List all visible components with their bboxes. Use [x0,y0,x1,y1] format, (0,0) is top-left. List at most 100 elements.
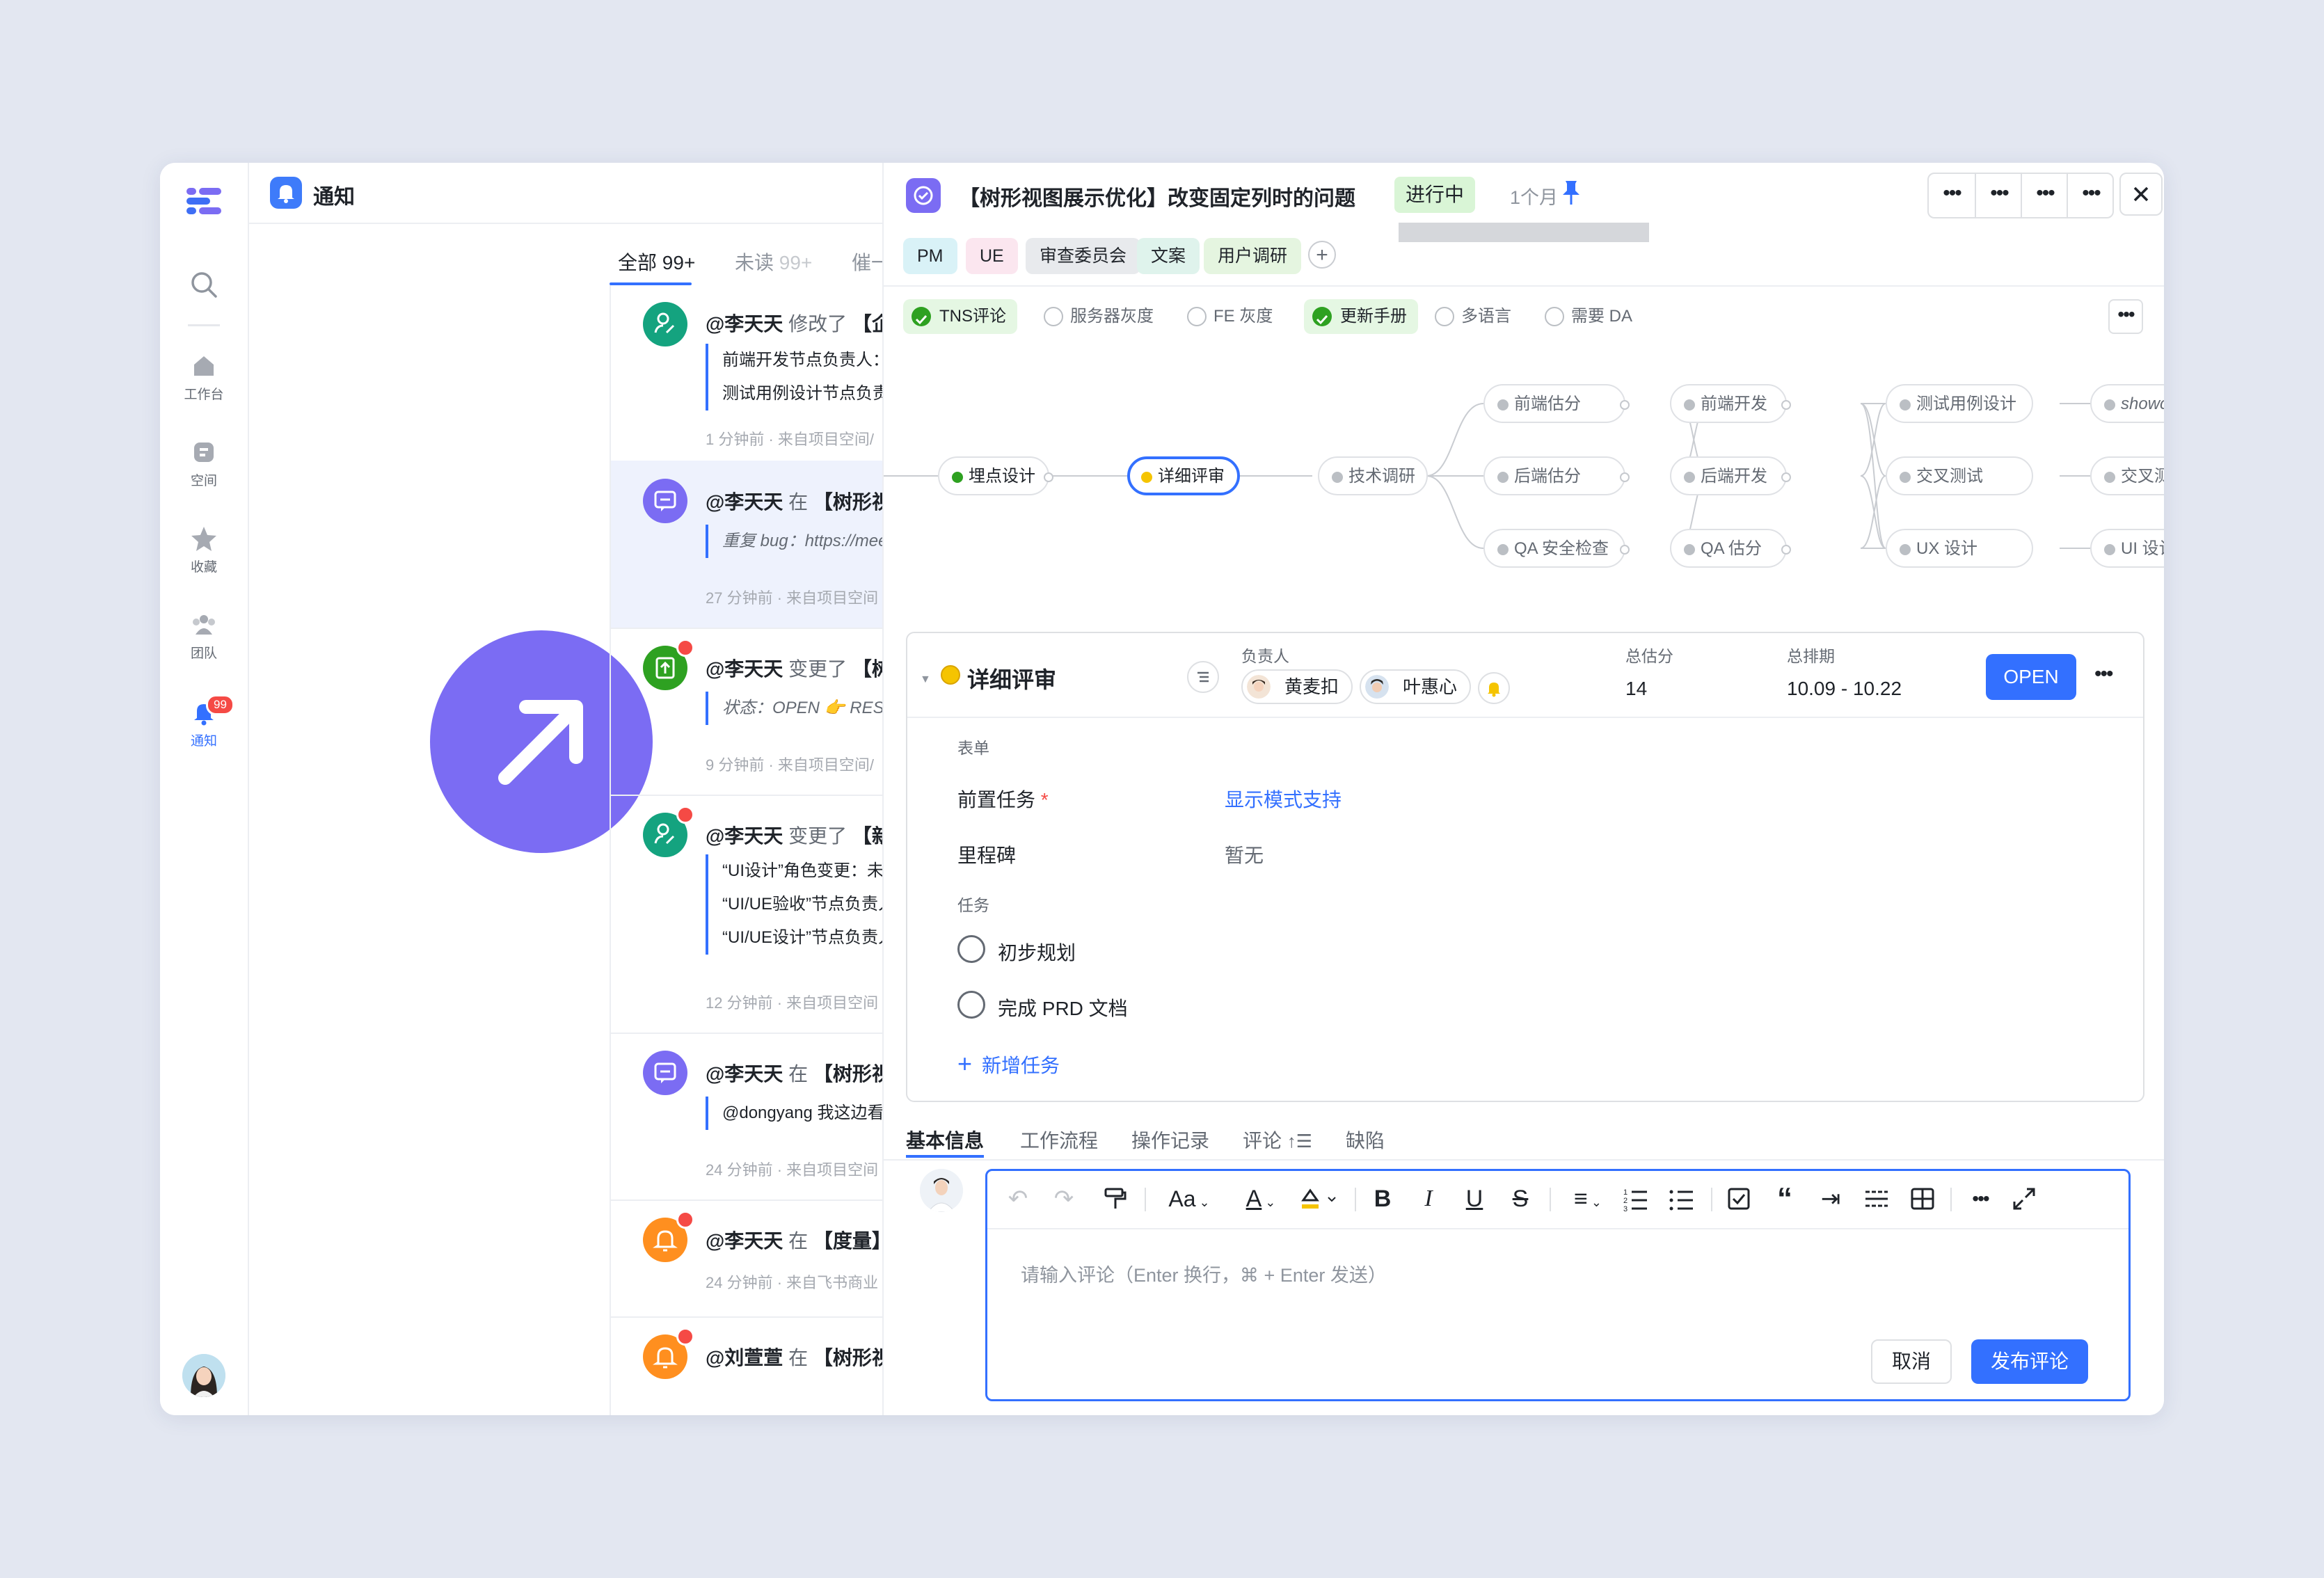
indent-icon[interactable]: ⇥ [1817,1184,1845,1214]
italic-icon[interactable]: I [1415,1184,1442,1214]
predecessor-link[interactable]: 显示模式支持 [1225,785,1342,813]
table-icon[interactable] [1909,1184,1936,1214]
check-fe-gray[interactable]: FE 灰度 [1186,299,1273,334]
format-painter-icon[interactable] [1101,1184,1129,1214]
more-icon[interactable]: ••• [2108,299,2143,334]
check-need-da[interactable]: 需要 DA [1543,299,1632,334]
bullet-list-icon[interactable] [1668,1184,1696,1214]
bold-icon[interactable]: B [1369,1184,1396,1214]
more-icon[interactable]: ••• [1975,174,2022,217]
tab-all[interactable]: 全部 99+ [618,248,695,276]
flow-node[interactable]: UX 设计 [1886,529,2033,568]
underline-icon[interactable]: U [1461,1184,1488,1214]
task-checkbox[interactable] [957,935,985,963]
flow-node[interactable]: UI 设计 [2090,529,2164,568]
flow-node[interactable]: 交叉测试 [1886,456,2033,495]
tag-copy[interactable]: 文案 [1137,238,1200,274]
publish-comment-button[interactable]: 发布评论 [1971,1339,2088,1384]
list-item[interactable]: @李天天 修改了 【企业 前端开发节点负责人：未 测试用例设计节点负责人 1 分… [611,285,884,462]
strikethrough-icon[interactable]: S [1506,1184,1534,1214]
tag-ue[interactable]: UE [966,238,1018,274]
editor-toolbar: ↶ ↷ Aa ⌄ A ⌄ B I U S ≡ ⌄ 123 “ ⇥ ••• [987,1171,2128,1229]
more-icon[interactable]: ••• [1929,174,1975,217]
more-icon[interactable]: ••• [2094,662,2113,686]
list-item[interactable]: @李天天 在 【度量】用 24 分钟前 · 来自飞书商业 [611,1200,884,1318]
owner-chip[interactable]: 叶惠心 [1360,669,1472,704]
collapse-caret-icon[interactable]: ▼ [920,674,931,686]
tag-user-research[interactable]: 用户调研 [1204,238,1302,274]
list-item[interactable]: @李天天 变更了 【新手 “UI设计”角色变更：未设 “UI/UE验收”节点负责… [611,795,884,1034]
checkbox-icon[interactable] [1725,1184,1753,1214]
quote-icon[interactable]: “ [1771,1184,1799,1214]
ordered-list-icon[interactable]: 123 [1622,1184,1650,1214]
flow-node[interactable]: 前端开发 [1670,384,1791,423]
flow-node[interactable]: showcase [2090,384,2164,423]
tab-unread[interactable]: 未读 99+ [735,248,812,276]
avatar-portrait-icon [182,1354,225,1397]
tab-workflow[interactable]: 工作流程 [1020,1126,1098,1154]
check-tns-review[interactable]: TNS评论 [903,299,1017,334]
notification-title: @李天天 在 【树形视图 [706,1063,884,1085]
redo-icon[interactable]: ↷ [1051,1184,1076,1214]
remind-button[interactable] [1478,672,1510,704]
text-size-icon[interactable]: Aa ⌄ [1161,1184,1217,1214]
rail-item-notifications[interactable]: 99 通知 [160,694,248,749]
align-icon[interactable]: ≡ ⌄ [1563,1184,1612,1214]
flow-node[interactable]: 交叉测试 [2090,456,2164,495]
rail-item-favorites[interactable]: 收藏 [160,525,248,575]
detail-bottom-tabs: 基本信息 工作流程 操作记录 评论 ↑☰ 缺陷 [884,1113,2164,1161]
tag-review-committee[interactable]: 审查委员会 [1026,238,1141,274]
tab-operation-log[interactable]: 操作记录 [1131,1126,1209,1154]
rail-item-workbench[interactable]: 工作台 [160,352,248,403]
notification-title: @李天天 变更了 【新手 [706,825,884,847]
user-avatar[interactable] [182,1354,225,1397]
check-server-gray[interactable]: 服务器灰度 [1042,299,1154,334]
status-badge[interactable]: 进行中 [1394,177,1476,213]
owner-chip[interactable]: 黄麦扣 [1241,669,1353,704]
flow-node[interactable]: QA 估分 [1670,529,1791,568]
more-icon[interactable]: ••• [1964,1184,1996,1214]
flow-node[interactable]: 后端开发 [1670,456,1791,495]
task-title[interactable]: 【树形视图展示优化】改变固定列时的问题 [959,181,1355,212]
task-checkbox[interactable] [957,991,985,1019]
search-icon[interactable] [189,270,218,299]
comment-placeholder[interactable]: 请输入评论（Enter 换行，⌘ + Enter 发送） [1021,1260,1387,1287]
list-item[interactable]: @刘萱萱 在 【树形视图 [611,1316,884,1415]
list-item[interactable]: @李天天 在 【树形视图 重复 bug：https://mee 27 分钟前 ·… [611,461,884,629]
close-button[interactable] [2119,173,2163,216]
add-task-button[interactable]: + 新增任务 [957,1049,1060,1078]
text-color-icon[interactable]: A ⌄ [1239,1184,1282,1214]
open-status-button[interactable]: OPEN [1986,654,2076,700]
flow-node[interactable]: 技术调研 [1318,456,1428,495]
rail-item-space[interactable]: 空间 [160,438,248,489]
undo-icon[interactable]: ↶ [1005,1184,1030,1214]
check-multilang[interactable]: 多语言 [1433,299,1511,334]
list-item[interactable]: @李天天 在 【树形视图 @dongyang 我这边看E 24 分钟前 · 来自… [611,1033,884,1201]
tab-defects[interactable]: 缺陷 [1346,1126,1385,1154]
expand-icon[interactable] [2010,1184,2038,1214]
flow-node[interactable]: 测试用例设计 [1886,384,2033,423]
comment-editor[interactable]: ↶ ↷ Aa ⌄ A ⌄ B I U S ≡ ⌄ 123 “ ⇥ ••• 请输入… [985,1169,2131,1401]
flow-node[interactable]: 埋点设计 [938,456,1053,495]
more-icon[interactable]: ••• [2021,174,2068,217]
cancel-button[interactable]: 取消 [1871,1339,1952,1384]
rail-item-team[interactable]: 团队 [160,611,248,662]
tab-comments[interactable]: 评论 ↑☰ [1243,1126,1312,1154]
app-logo-icon[interactable] [185,184,223,217]
flow-node-selected[interactable]: 详细评审 [1127,456,1240,495]
divider-icon[interactable] [1863,1184,1891,1214]
more-icon[interactable]: ••• [2067,174,2114,217]
check-update-manual[interactable]: 更新手册 [1304,299,1418,334]
flow-node[interactable]: 后端估分 [1483,456,1630,495]
redacted-bar [1399,223,1649,242]
tag-pm[interactable]: PM [903,238,957,274]
tab-basic-info[interactable]: 基本信息 [906,1126,984,1154]
add-tag-button[interactable]: + [1308,241,1336,269]
highlight-icon[interactable] [1296,1184,1345,1214]
pin-icon[interactable] [1557,178,1585,209]
flow-node[interactable]: QA 安全检查 [1483,529,1630,568]
flow-node[interactable]: 前端估分 [1483,384,1630,423]
list-item[interactable]: @李天天 变更了 【树形 状态：OPEN 👉 RESOLV 9 分钟前 · 来自… [611,628,884,796]
list-button[interactable] [1187,661,1219,693]
milestone-value[interactable]: 暂无 [1225,840,1264,868]
